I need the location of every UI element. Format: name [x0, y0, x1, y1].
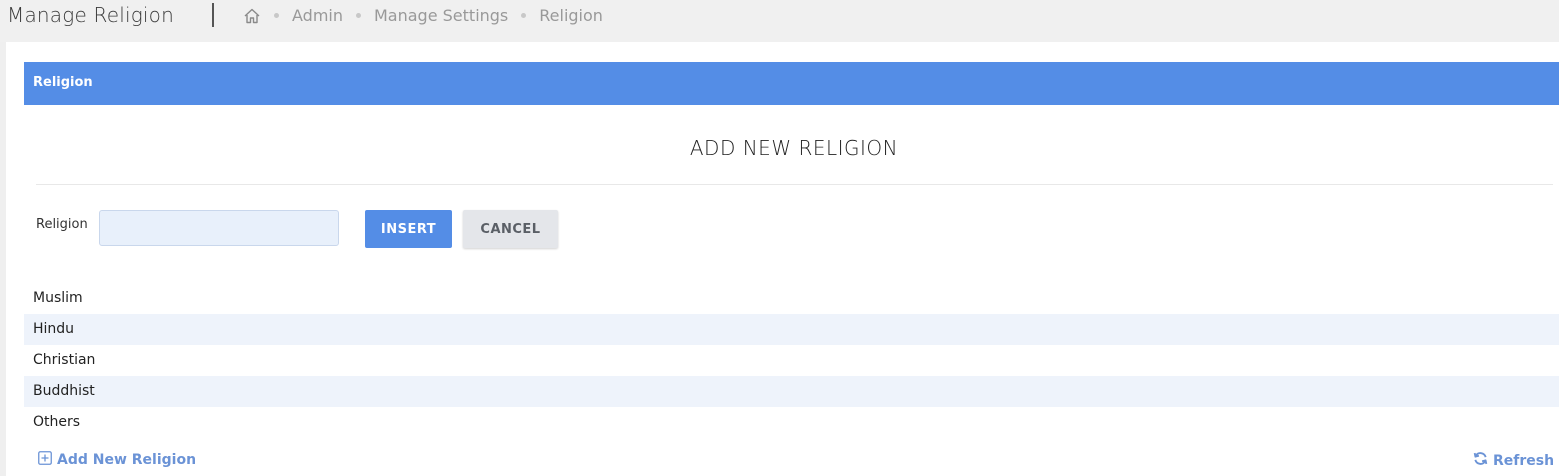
home-icon[interactable] — [243, 7, 261, 25]
breadcrumb-separator — [274, 13, 279, 18]
breadcrumb-separator — [521, 13, 527, 18]
breadcrumb-admin[interactable]: Admin — [292, 6, 343, 25]
religion-list: Muslim Hindu Christian Buddhist Others — [24, 283, 1559, 438]
breadcrumb-manage-settings[interactable]: Manage Settings — [374, 6, 508, 25]
divider — [36, 184, 1553, 185]
page-title: Manage Religion — [7, 3, 174, 27]
refresh-label: Refresh — [1493, 452, 1555, 469]
religion-input[interactable] — [99, 210, 339, 246]
list-item[interactable]: Muslim — [24, 283, 1559, 314]
plus-square-icon — [38, 451, 57, 469]
cancel-button[interactable]: CANCEL — [463, 210, 558, 248]
breadcrumb-religion: Religion — [539, 6, 603, 25]
breadcrumb: Admin Manage Settings Religion — [243, 6, 603, 25]
refresh-icon — [1473, 451, 1493, 470]
add-new-religion-label: Add New Religion — [57, 452, 197, 468]
religion-field-label: Religion — [36, 217, 88, 232]
insert-button[interactable]: INSERT — [365, 210, 452, 248]
list-item[interactable]: Others — [24, 407, 1559, 438]
list-item[interactable]: Buddhist — [24, 376, 1559, 407]
breadcrumb-separator — [356, 13, 361, 18]
top-bar: Manage Religion Admin Manage Settings Re… — [0, 0, 1559, 42]
refresh-link[interactable]: Refresh — [1473, 451, 1554, 470]
panel-title: Religion — [33, 75, 93, 90]
add-new-religion-link[interactable]: Add New Religion — [38, 451, 196, 469]
list-item[interactable]: Christian — [24, 345, 1559, 376]
title-separator — [212, 3, 214, 27]
form-heading: ADD NEW RELIGION — [689, 136, 899, 160]
list-item[interactable]: Hindu — [24, 314, 1559, 345]
panel-header: Religion — [24, 62, 1559, 105]
